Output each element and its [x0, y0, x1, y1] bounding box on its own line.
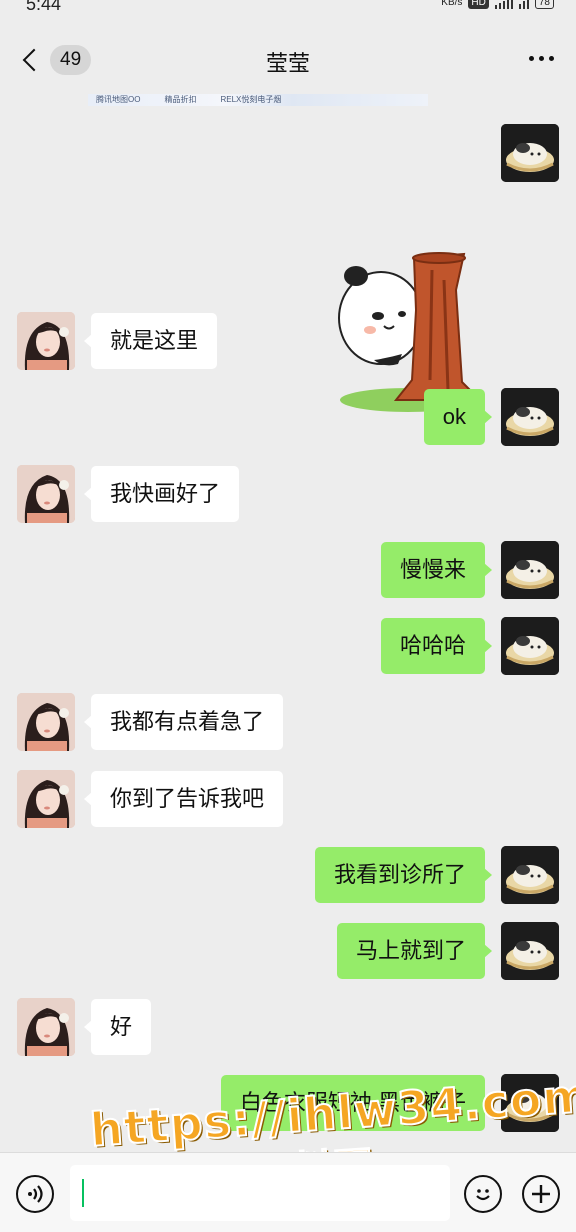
sent-message-bubble[interactable]: 白色衣服短袖 黑色裤子 [220, 1075, 493, 1131]
message-row: 哈哈哈 [0, 617, 576, 677]
message-row: 好 [0, 998, 576, 1058]
message-row: 我快画好了 [0, 465, 576, 525]
my-avatar[interactable] [501, 1074, 559, 1132]
more-dot-icon [539, 56, 544, 61]
wifi-signal-icon [518, 0, 529, 9]
message-input[interactable] [70, 1165, 450, 1221]
message-row: 白色衣服短袖 黑色裤子 [0, 1074, 576, 1134]
sent-message-bubble[interactable]: 哈哈哈 [380, 618, 493, 674]
plus-icon [532, 1185, 550, 1203]
input-bar [0, 1152, 576, 1232]
status-bar: 5:44 KB/s HD 78 [0, 0, 576, 20]
message-row: 慢慢来 [0, 541, 576, 601]
sheep-bed-avatar-icon [501, 124, 559, 182]
my-avatar[interactable] [501, 541, 559, 599]
emoji-button[interactable] [464, 1175, 502, 1213]
more-dot-icon [549, 56, 554, 61]
received-message-bubble[interactable]: 我快画好了 [83, 466, 240, 522]
message-row: 我都有点着急了 [0, 693, 576, 753]
strip-text: RELX悦刻电子烟 [220, 95, 282, 104]
smiley-icon [476, 1189, 490, 1201]
my-avatar[interactable] [501, 617, 559, 675]
contact-avatar[interactable] [17, 465, 75, 523]
girl-portrait-avatar-icon [17, 998, 75, 1056]
my-avatar[interactable] [501, 846, 559, 904]
hd-badge: HD [468, 0, 489, 9]
strip-text: 腾讯地图OO [96, 95, 141, 104]
signal-icon [494, 0, 513, 9]
contact-avatar[interactable] [17, 693, 75, 751]
text-caret [82, 1179, 84, 1207]
message-row: 你到了告诉我吧 [0, 770, 576, 830]
sheep-bed-avatar-icon [501, 922, 559, 980]
more-options-button[interactable] [529, 56, 554, 61]
received-message-bubble[interactable]: 好 [83, 999, 152, 1055]
girl-portrait-avatar-icon [17, 312, 75, 370]
voice-wave-icon [28, 1185, 43, 1203]
message-row: ok [0, 388, 576, 448]
sheep-bed-avatar-icon [501, 541, 559, 599]
girl-portrait-avatar-icon [17, 465, 75, 523]
more-dot-icon [529, 56, 534, 61]
message-row: 马上就到了 [0, 922, 576, 982]
received-message-bubble[interactable]: 你到了告诉我吧 [83, 771, 284, 827]
message-row [0, 124, 576, 412]
more-functions-button[interactable] [522, 1175, 560, 1213]
sent-message-bubble[interactable]: ok [423, 389, 493, 445]
girl-portrait-avatar-icon [17, 693, 75, 751]
chat-header: 49 莹莹 [0, 20, 576, 96]
sent-message-bubble[interactable]: 我看到诊所了 [314, 847, 493, 903]
sheep-bed-avatar-icon [501, 388, 559, 446]
sheep-bed-avatar-icon [501, 846, 559, 904]
sent-message-bubble[interactable]: 马上就到了 [336, 923, 493, 979]
contact-avatar[interactable] [17, 312, 75, 370]
network-speed: KB/s [441, 0, 463, 8]
my-avatar[interactable] [501, 388, 559, 446]
image-preview-strip[interactable]: 腾讯地图OO 精品折扣 RELX悦刻电子烟 [88, 94, 428, 106]
battery-icon: 78 [534, 0, 554, 9]
contact-avatar[interactable] [17, 998, 75, 1056]
contact-avatar[interactable] [17, 770, 75, 828]
message-row: 我看到诊所了 [0, 846, 576, 906]
sheep-bed-avatar-icon [501, 1074, 559, 1132]
message-row: 就是这里 [0, 312, 576, 372]
received-message-bubble[interactable]: 我都有点着急了 [83, 694, 284, 750]
my-avatar[interactable] [501, 124, 559, 182]
strip-text: 精品折扣 [164, 95, 197, 104]
status-time: 5:44 [26, 0, 62, 14]
my-avatar[interactable] [501, 922, 559, 980]
sent-message-bubble[interactable]: 慢慢来 [380, 542, 493, 598]
girl-portrait-avatar-icon [17, 770, 75, 828]
received-message-bubble[interactable]: 就是这里 [83, 313, 218, 369]
voice-input-button[interactable] [16, 1175, 54, 1213]
sheep-bed-avatar-icon [501, 617, 559, 675]
chat-title: 莹莹 [265, 51, 310, 76]
status-icons: KB/s HD 78 [441, 0, 554, 9]
